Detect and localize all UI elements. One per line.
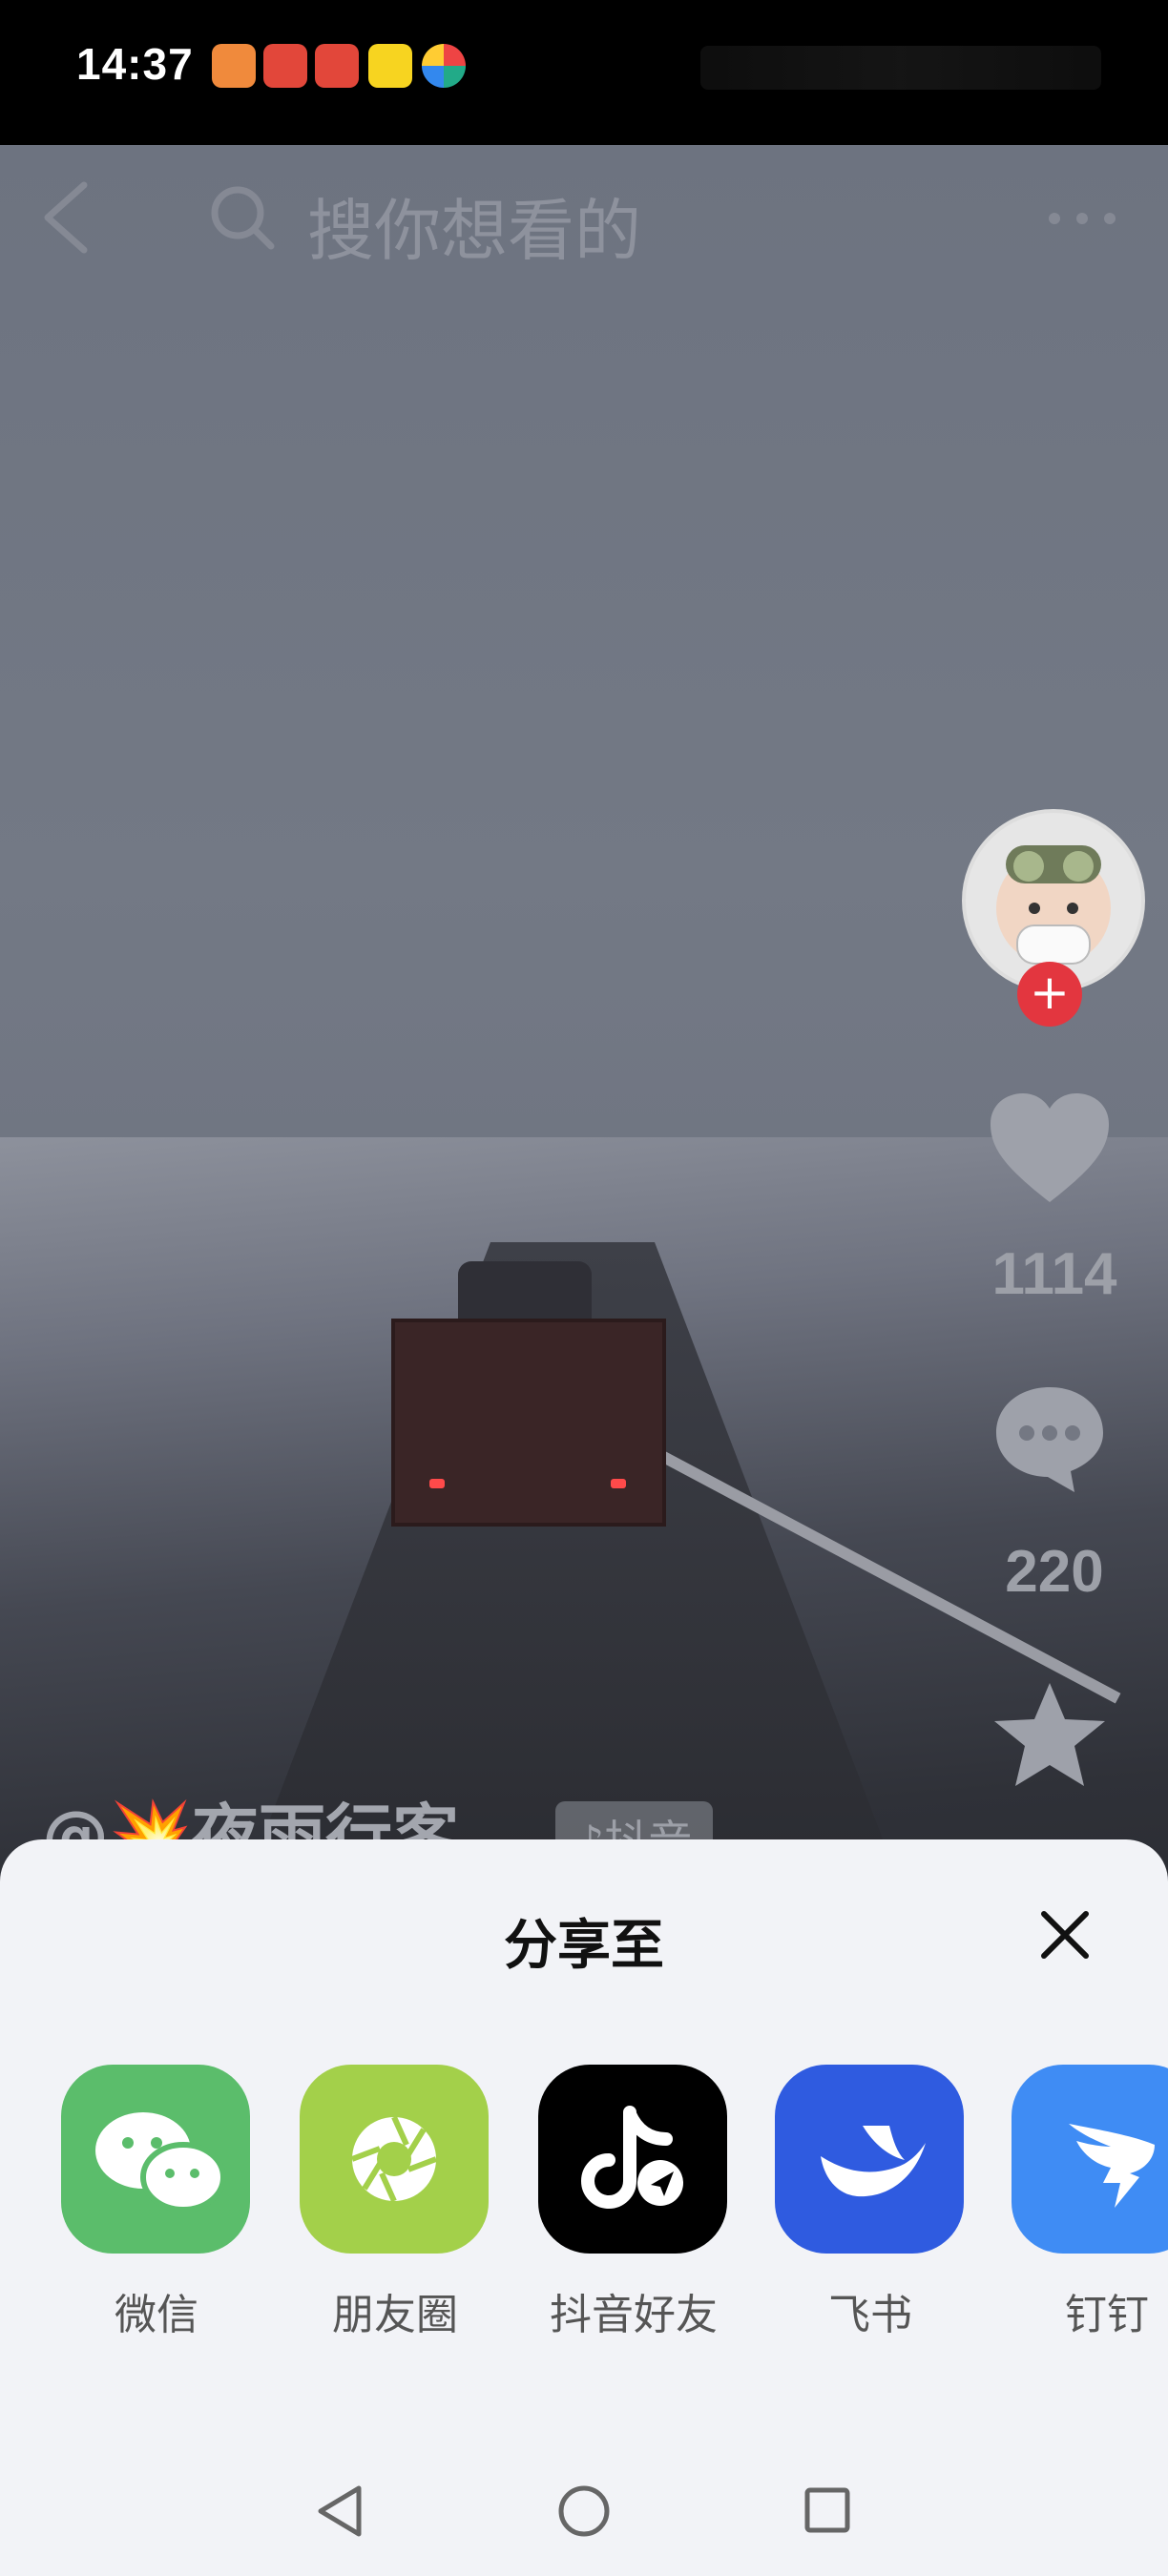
multicolor-app-icon	[422, 44, 466, 88]
heart-icon[interactable]	[987, 1090, 1113, 1208]
douyin-icon	[538, 2065, 727, 2254]
share-target-label: 抖音好友	[550, 2291, 718, 2339]
dingtalk-icon	[1012, 2065, 1168, 2254]
share-target-label: 飞书	[828, 2291, 912, 2339]
share-target-moments[interactable]: 朋友圈	[300, 2065, 490, 2341]
star-icon[interactable]	[991, 1679, 1109, 1792]
heart-app-icon	[212, 44, 256, 88]
wechat-icon	[61, 2065, 250, 2254]
follow-button[interactable]: +	[1017, 962, 1082, 1027]
red-envelope-icon	[263, 44, 307, 88]
back-icon[interactable]	[40, 181, 94, 254]
status-time: 14:37	[76, 39, 194, 89]
comment-icon[interactable]	[991, 1381, 1109, 1494]
share-sheet-title: 分享至	[504, 1915, 664, 1977]
moments-icon	[300, 2065, 489, 2254]
red-envelope-icon	[315, 44, 359, 88]
search-input[interactable]: 搜你想看的	[307, 177, 641, 274]
share-target-dingtalk[interactable]: 钉钉	[1012, 2065, 1168, 2341]
comment-count: 220	[1005, 1539, 1104, 1605]
nav-home-icon[interactable]	[557, 2484, 611, 2538]
feishu-icon	[775, 2065, 964, 2254]
share-target-label: 钉钉	[1065, 2291, 1149, 2339]
share-target-label: 朋友圈	[332, 2291, 458, 2339]
more-icon[interactable]	[1048, 212, 1116, 225]
like-count: 1114	[991, 1241, 1117, 1307]
nav-back-icon[interactable]	[315, 2484, 365, 2538]
video-scene-truck	[372, 1242, 668, 1528]
share-sheet: 分享至 微信 朋友圈 抖音好友 飞书 钉钉	[0, 1839, 1168, 2576]
close-icon[interactable]	[1038, 1908, 1092, 1962]
search-icon[interactable]	[208, 183, 277, 252]
share-target-label: 微信	[115, 2291, 198, 2339]
share-target-wechat[interactable]: 微信	[61, 2065, 252, 2341]
status-indicators	[700, 46, 1101, 90]
nav-recent-icon[interactable]	[803, 2486, 851, 2534]
share-target-feishu[interactable]: 飞书	[775, 2065, 966, 2341]
game-app-icon	[368, 44, 412, 88]
share-target-douyin-friend[interactable]: 抖音好友	[538, 2065, 729, 2341]
status-bar: 14:37	[0, 0, 1168, 145]
